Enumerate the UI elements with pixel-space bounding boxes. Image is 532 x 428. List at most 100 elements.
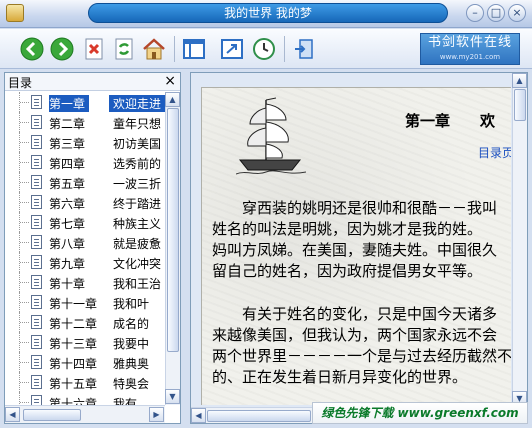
text-line: 两个世界里－－－－一个是与过去经历截然不 <box>212 347 511 365</box>
reading-pane: 第一章 欢 目录页 穿西装的姚明还是很帅和很酷－－我叫 姓名的叫法是明姚，因为姚… <box>190 72 528 424</box>
forward-icon[interactable] <box>50 37 74 61</box>
toc-item-title: 一波三折 <box>113 177 162 191</box>
toc-item[interactable]: 第十章 我和王治 <box>5 272 165 292</box>
toc-item[interactable]: 第一章 欢迎走进 <box>5 92 165 112</box>
exit-icon[interactable] <box>292 37 316 61</box>
minimize-button[interactable]: – <box>466 4 484 22</box>
toc-item-title: 特奥会 <box>113 377 150 391</box>
toc-item[interactable]: 第四章 选秀前的 <box>5 152 165 172</box>
text-line: 有关于姓名的变化，只是中国今天诸多 <box>212 305 498 323</box>
toc-item[interactable]: 第十三章 我要中 <box>5 332 165 352</box>
maximize-button[interactable]: □ <box>487 4 505 22</box>
scroll-up-arrow[interactable]: ▲ <box>512 73 527 88</box>
logo-url: www.my201.com <box>439 53 501 61</box>
document-icon <box>31 235 42 249</box>
toc-page-link[interactable]: 目录页 <box>478 144 511 161</box>
toc-vertical-scrollbar[interactable]: ▲ ▼ <box>165 92 180 405</box>
toolbar-separator <box>284 36 285 62</box>
tree-guide-line <box>19 152 29 172</box>
toc-item-chapter: 第一章 <box>49 95 90 112</box>
app-icon <box>6 4 24 22</box>
scroll-thumb[interactable] <box>23 409 81 421</box>
document-icon <box>31 195 42 209</box>
tree-guide-line <box>19 292 29 312</box>
toc-item[interactable]: 第八章 就是疲惫 <box>5 232 165 252</box>
auto-scroll-icon[interactable] <box>252 37 276 61</box>
scroll-left-arrow[interactable]: ◀ <box>191 408 206 423</box>
document-icon <box>31 375 42 389</box>
document-icon <box>31 95 42 109</box>
toc-item-chapter: 第九章 <box>49 257 86 271</box>
document-icon <box>31 395 42 405</box>
tree-guide-line <box>19 172 29 192</box>
toc-item-chapter: 第十四章 <box>49 357 98 371</box>
toc-item[interactable]: 第十五章 特奥会 <box>5 372 165 392</box>
toc-item-title: 雅典奥 <box>113 357 150 371</box>
toc-item-title: 我和叶 <box>113 297 150 311</box>
close-button[interactable]: × <box>508 4 526 22</box>
document-icon <box>31 255 42 269</box>
text-line: 留自己的姓名，因为政府提倡男女平等。 <box>212 262 483 280</box>
tree-guide-line <box>19 132 29 152</box>
toc-item[interactable]: 第六章 终于踏进 <box>5 192 165 212</box>
scroll-thumb[interactable] <box>167 108 179 352</box>
brand-logo: 书剑软件在线 www.my201.com <box>420 33 520 65</box>
toc-title: 目录 <box>8 76 33 90</box>
toc-horizontal-scrollbar[interactable]: ◀ ▶ <box>5 405 165 423</box>
scroll-thumb[interactable] <box>514 89 526 121</box>
text-line: 姓名的叫法是明姚，因为姚才是我的姓。 <box>212 220 483 238</box>
toc-close-button[interactable]: × <box>164 73 176 89</box>
toc-item[interactable]: 第五章 一波三折 <box>5 172 165 192</box>
text-line: 妈叫方凤娣。在美国，妻随夫姓。中国很久 <box>212 241 498 259</box>
scroll-left-arrow[interactable]: ◀ <box>5 407 20 422</box>
toc-view-icon[interactable] <box>182 37 206 61</box>
text-line: 穿西装的姚明还是很帅和很酷－－我叫 <box>212 199 498 217</box>
home-icon[interactable] <box>142 37 166 61</box>
toc-item[interactable]: 第七章 种族主义 <box>5 212 165 232</box>
tree-guide-line <box>19 212 29 232</box>
toc-item-chapter: 第十六章 <box>49 397 98 405</box>
toc-item-title: 成名的 <box>113 317 150 331</box>
toc-item-title: 文化冲突 <box>113 257 162 271</box>
refresh-icon[interactable] <box>112 37 136 61</box>
document-icon <box>31 135 42 149</box>
back-icon[interactable] <box>20 37 44 61</box>
toc-item-title: 种族主义 <box>113 217 162 231</box>
title-bar: 我的世界 我的梦 – □ × <box>0 0 532 28</box>
toc-item[interactable]: 第十六章 我有 <box>5 392 165 405</box>
toc-item[interactable]: 第十二章 成名的 <box>5 312 165 332</box>
toc-item[interactable]: 第三章 初访美国 <box>5 132 165 152</box>
toc-item-chapter: 第十章 <box>49 277 86 291</box>
toc-item-title: 我有 <box>113 397 138 405</box>
toc-item-chapter: 第二章 <box>49 117 86 131</box>
toc-item[interactable]: 第十四章 雅典奥 <box>5 352 165 372</box>
document-icon <box>31 355 42 369</box>
toc-item-chapter: 第四章 <box>49 157 86 171</box>
scroll-down-arrow[interactable]: ▼ <box>165 389 180 404</box>
tree-guide-line <box>19 272 29 292</box>
tree-guide-line <box>19 112 29 132</box>
toc-item-chapter: 第五章 <box>49 177 86 191</box>
toc-item-title: 终于踏进 <box>113 197 162 211</box>
scroll-right-arrow[interactable]: ▶ <box>149 407 164 422</box>
toc-item[interactable]: 第九章 文化冲突 <box>5 252 165 272</box>
scroll-thumb[interactable] <box>207 410 311 422</box>
toc-item-title: 初访美国 <box>113 137 162 151</box>
toc-item-chapter: 第八章 <box>49 237 86 251</box>
tree-guide-line <box>19 192 29 212</box>
tree-guide-line <box>19 312 29 332</box>
toc-header: 目录 × <box>5 73 180 91</box>
toc-item-chapter: 第十一章 <box>49 297 98 311</box>
toc-item[interactable]: 第二章 童年只想 <box>5 112 165 132</box>
fullscreen-icon[interactable] <box>220 37 244 61</box>
document-icon <box>31 315 42 329</box>
toc-item-title: 我和王治 <box>113 277 162 291</box>
watermark-banner: 绿色先锋下载 www.greenxf.com <box>312 402 528 424</box>
scroll-up-arrow[interactable]: ▲ <box>165 92 180 107</box>
content-vertical-scrollbar[interactable]: ▲ ▼ <box>512 73 527 407</box>
toc-item-title: 选秀前的 <box>113 157 162 171</box>
toc-item[interactable]: 第十一章 我和叶 <box>5 292 165 312</box>
chapter-title: 第一章 欢 <box>405 112 496 130</box>
stop-icon[interactable] <box>82 37 106 61</box>
text-line: 来越像美国，但我认为，两个国家永远不会 <box>212 326 498 344</box>
